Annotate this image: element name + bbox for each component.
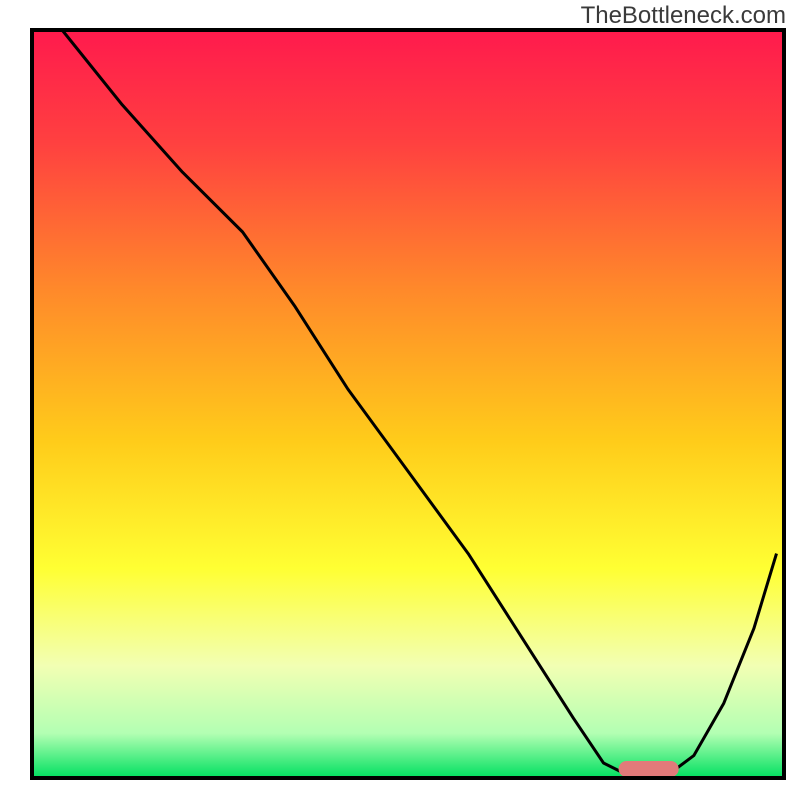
optimal-marker [619,761,679,777]
bottleneck-chart [0,0,800,800]
plot-background [32,30,784,778]
chart-container: TheBottleneck.com [0,0,800,800]
